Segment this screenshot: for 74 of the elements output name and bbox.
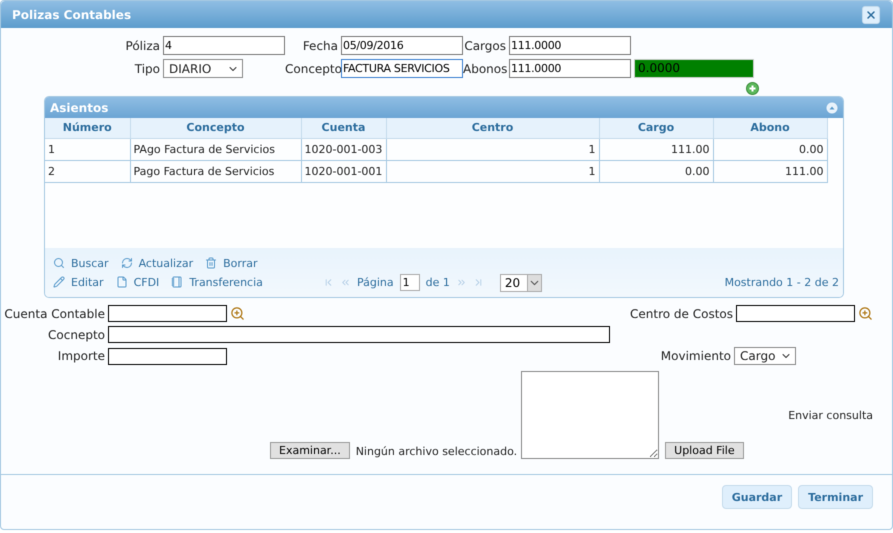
- column-header[interactable]: Cuenta: [301, 118, 386, 138]
- cost-center-field[interactable]: [736, 305, 855, 322]
- panel-title: Asientos: [50, 100, 108, 114]
- column-header[interactable]: Cargo: [599, 118, 713, 138]
- toolbar-action[interactable]: Buscar: [53, 256, 109, 270]
- close-button[interactable]: [862, 6, 880, 24]
- balance-field: 0.0000: [634, 59, 754, 78]
- field-label: Importe: [56, 349, 106, 363]
- text-field[interactable]: 05/09/2016: [341, 36, 463, 55]
- table-cell: 1: [45, 138, 130, 160]
- dropdown[interactable]: Cargo: [734, 347, 796, 365]
- toolbar-action[interactable]: CFDI: [116, 276, 160, 288]
- account-field[interactable]: [108, 305, 227, 322]
- search-icon: [53, 257, 65, 269]
- field-label: Cuenta Contable: [3, 306, 106, 320]
- toolbar-action[interactable]: Borrar: [205, 256, 258, 270]
- page-count: de 1: [426, 276, 450, 289]
- table-cell: 1: [386, 138, 599, 160]
- file-icon: [116, 276, 128, 288]
- table-cell: 1020-001-003: [301, 138, 386, 160]
- pencil-icon: [53, 276, 65, 288]
- toolbar-action[interactable]: Editar: [53, 276, 104, 288]
- field-label: Tipo: [134, 62, 161, 76]
- upload-button[interactable]: Upload File: [665, 442, 744, 459]
- column-header[interactable]: Concepto: [130, 118, 301, 138]
- file-status: Ningún archivo seleccionado.: [354, 445, 518, 459]
- record-summary: Mostrando 1 - 2 de 2: [724, 275, 839, 289]
- field-label: Concepto: [285, 62, 341, 76]
- table-cell: 111.00: [713, 160, 827, 182]
- text-area[interactable]: [521, 371, 660, 459]
- field-label: Movimiento: [660, 349, 732, 363]
- column-header[interactable]: Número: [45, 118, 130, 138]
- dialog-button[interactable]: Guardar: [722, 485, 792, 509]
- text-field[interactable]: 4: [163, 36, 285, 55]
- field-label: Cargos: [463, 38, 507, 52]
- field-label: Cocnepto: [47, 328, 106, 342]
- field-label: Póliza: [124, 38, 161, 52]
- search-add-icon[interactable]: [230, 306, 245, 321]
- column-header[interactable]: Abono: [713, 118, 827, 138]
- window-title: Polizas Contables: [12, 8, 132, 22]
- dropdown[interactable]: DIARIO: [163, 59, 243, 78]
- chevron-down-icon: [526, 274, 541, 290]
- text-field[interactable]: 111.0000: [509, 36, 631, 55]
- field-label: Fecha: [302, 38, 339, 52]
- field-label: Abonos: [463, 62, 508, 76]
- table-cell: 0.00: [713, 138, 827, 160]
- collapse-icon[interactable]: [826, 102, 838, 114]
- text-field[interactable]: 111.0000: [509, 59, 631, 78]
- submit-link[interactable]: Enviar consulta: [788, 408, 873, 422]
- dialog-button[interactable]: Terminar: [798, 485, 873, 509]
- page-field[interactable]: 1: [400, 274, 420, 291]
- table-cell: 2: [45, 160, 130, 182]
- close-icon: [865, 8, 877, 20]
- table-cell: PAgo Factura de Servicios: [130, 138, 301, 160]
- trash-icon: [205, 257, 218, 269]
- page-size-select[interactable]: 20: [500, 274, 542, 292]
- text-field[interactable]: FACTURA SERVICIOS: [341, 59, 463, 78]
- browse-button[interactable]: Examinar...: [270, 442, 350, 459]
- amount-field[interactable]: [108, 348, 227, 364]
- toolbar-action[interactable]: Transferencia: [171, 276, 263, 288]
- table-cell: 0.00: [599, 160, 713, 182]
- toolbar-action[interactable]: Actualizar: [120, 256, 194, 270]
- field-label: Centro de Costos: [629, 306, 734, 320]
- table-cell: 1: [386, 160, 599, 182]
- notebook-icon: [171, 276, 184, 288]
- search-add-icon[interactable]: [858, 306, 873, 321]
- table-cell: 1020-001-001: [301, 160, 386, 182]
- table-cell: Pago Factura de Servicios: [130, 160, 301, 182]
- page-label: Página: [357, 276, 394, 289]
- refresh-icon: [120, 257, 133, 269]
- add-icon[interactable]: [746, 82, 759, 95]
- table-cell: 111.00: [599, 138, 713, 160]
- concept-field[interactable]: [108, 326, 610, 343]
- column-header[interactable]: Centro: [386, 118, 599, 138]
